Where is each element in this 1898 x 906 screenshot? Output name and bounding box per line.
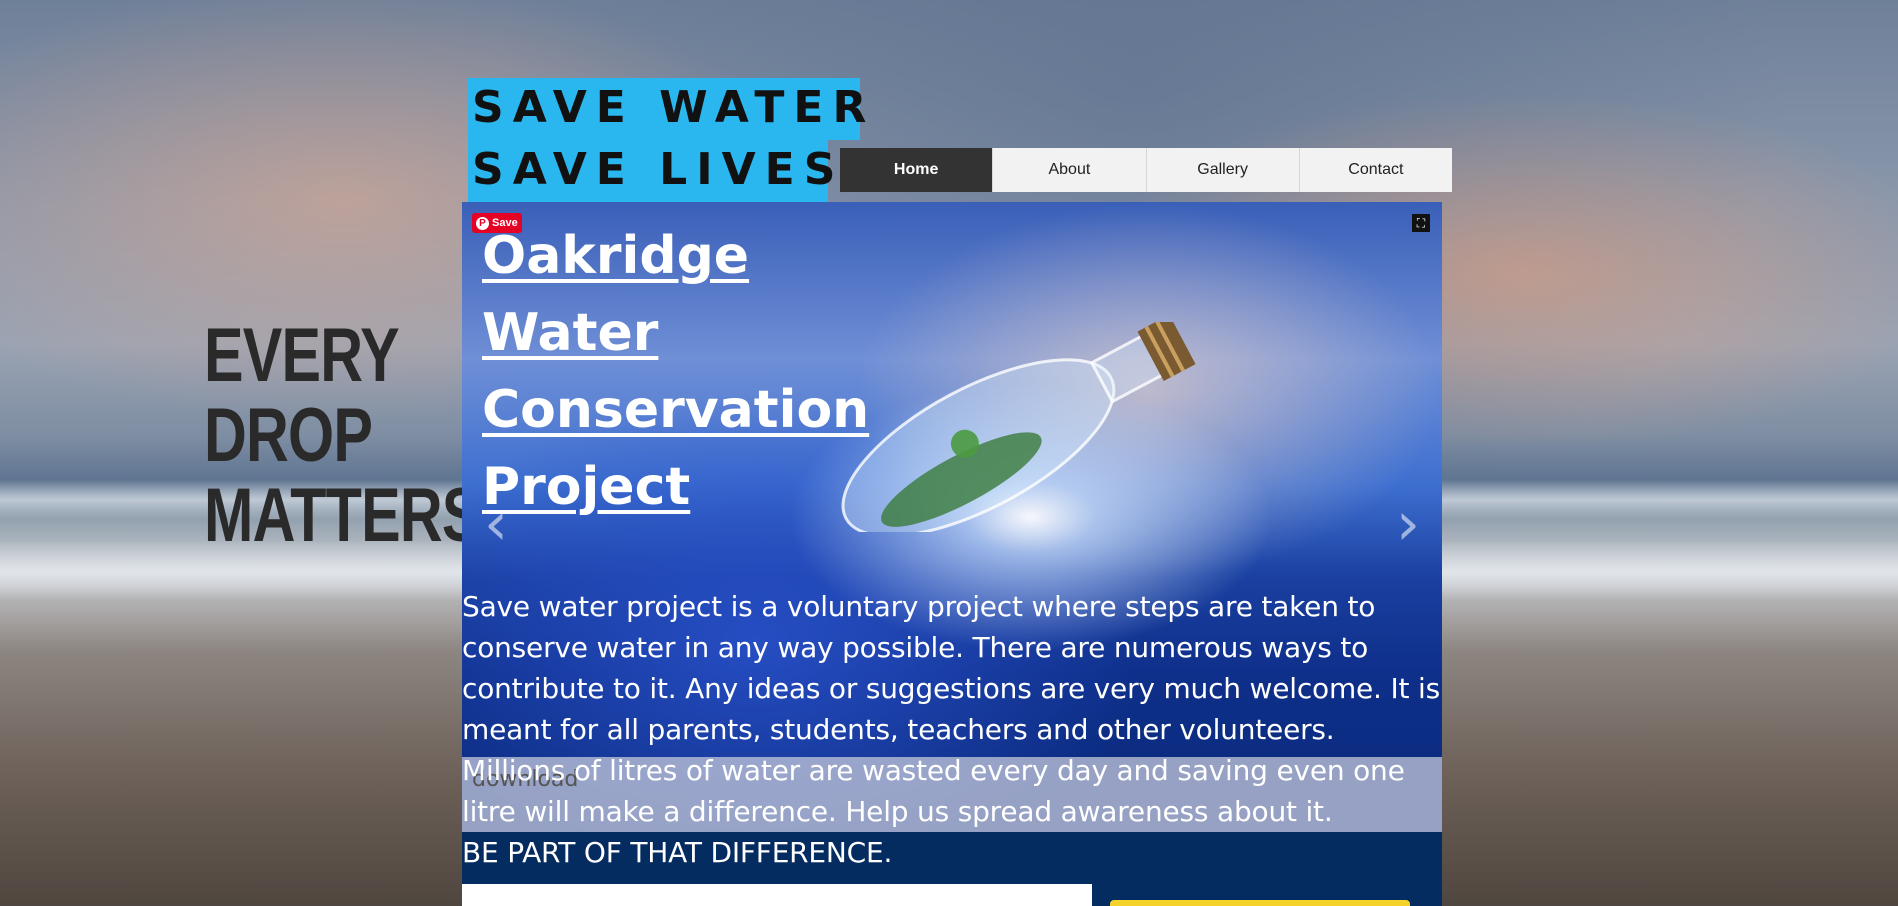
site-title-line2: SAVE LIVES bbox=[468, 140, 835, 202]
form-input[interactable] bbox=[462, 884, 1092, 906]
tagline: EVERY DROP MATTERS bbox=[204, 316, 481, 556]
nav-item-about[interactable]: About bbox=[992, 148, 1145, 192]
main-nav: Home About Gallery Contact bbox=[840, 148, 1452, 192]
project-description: Save water project is a voluntary projec… bbox=[462, 586, 1442, 873]
description-closing: BE PART OF THAT DIFFERENCE. bbox=[462, 836, 893, 869]
prev-slide-arrow-icon[interactable]: ‹ bbox=[484, 494, 508, 554]
submit-button[interactable] bbox=[1110, 900, 1410, 906]
slide-title-line: Project bbox=[482, 457, 691, 517]
next-slide-arrow-icon[interactable]: › bbox=[1396, 494, 1420, 554]
tagline-line: DROP bbox=[204, 393, 373, 478]
tagline-line: EVERY bbox=[204, 313, 400, 398]
slide-title-line: Water bbox=[482, 303, 659, 363]
nav-item-gallery[interactable]: Gallery bbox=[1145, 148, 1299, 192]
slide-title-line: Conservation bbox=[482, 380, 870, 440]
description-body: Save water project is a voluntary projec… bbox=[462, 590, 1440, 828]
slide-title-line: Oakridge bbox=[482, 226, 750, 286]
site-title-line1: SAVE WATER bbox=[468, 78, 866, 140]
tagline-line: MATTERS bbox=[204, 473, 481, 558]
nav-item-home[interactable]: Home bbox=[840, 148, 993, 192]
fullscreen-icon[interactable]: ⛶ bbox=[1412, 214, 1430, 232]
nav-item-contact[interactable]: Contact bbox=[1298, 148, 1452, 192]
slide-title[interactable]: Oakridge Water Conservation Project bbox=[482, 218, 869, 526]
